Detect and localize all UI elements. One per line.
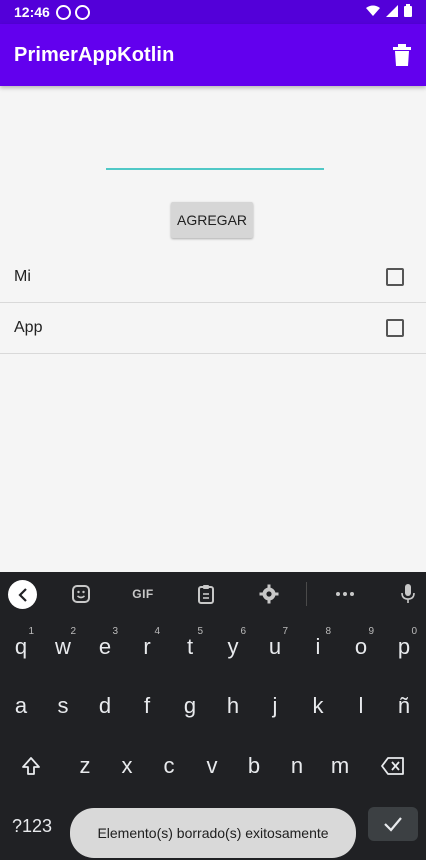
gif-button[interactable]: GIF — [130, 584, 156, 604]
keyboard-row-2: a s d f g h j k l ñ — [0, 677, 426, 735]
key[interactable]: v — [191, 737, 233, 795]
key[interactable]: w2 — [42, 618, 84, 676]
list-item-checkbox[interactable] — [386, 319, 404, 337]
keyboard-back-button[interactable] — [8, 580, 37, 609]
key[interactable]: g — [169, 677, 211, 735]
more-icon[interactable] — [334, 584, 356, 604]
item-input[interactable] — [106, 140, 324, 170]
toolbar-divider — [306, 582, 307, 606]
data-saver-icon — [74, 4, 90, 20]
notification-icons — [55, 4, 90, 20]
key[interactable]: i8 — [297, 618, 339, 676]
key[interactable]: e3 — [84, 618, 126, 676]
key[interactable]: n — [276, 737, 318, 795]
clipboard-icon[interactable] — [195, 584, 217, 604]
key[interactable]: o9 — [340, 618, 382, 676]
battery-icon — [404, 4, 412, 17]
key[interactable]: u7 — [254, 618, 296, 676]
key[interactable]: m — [319, 737, 361, 795]
status-time: 12:46 — [14, 4, 50, 20]
keyboard-toolbar: GIF — [0, 572, 426, 616]
key[interactable]: c — [148, 737, 190, 795]
key[interactable]: l — [340, 677, 382, 735]
list-item-checkbox[interactable] — [386, 268, 404, 286]
key[interactable]: f — [126, 677, 168, 735]
shift-icon — [22, 757, 40, 775]
key[interactable]: ñ — [383, 677, 425, 735]
keyboard-row-1: q1 w2 e3 r4 t5 y6 u7 i8 o9 p0 — [0, 618, 426, 676]
gear-icon[interactable] — [258, 584, 280, 604]
key[interactable]: q1 — [0, 618, 42, 676]
status-bar: 12:46 — [0, 0, 426, 24]
key[interactable]: x — [106, 737, 148, 795]
key[interactable]: t5 — [169, 618, 211, 676]
symbols-key[interactable]: ?123 — [6, 797, 58, 855]
delete-icon[interactable] — [392, 44, 412, 66]
backspace-icon — [381, 757, 404, 775]
shift-key[interactable] — [10, 737, 52, 795]
done-key[interactable] — [368, 807, 418, 841]
key[interactable]: h — [212, 677, 254, 735]
sticker-icon[interactable] — [70, 584, 92, 604]
key[interactable]: s — [42, 677, 84, 735]
list-item-label: App — [14, 319, 43, 336]
items-list: Mi App — [0, 252, 426, 354]
add-button[interactable]: AGREGAR — [171, 202, 253, 238]
list-item[interactable]: Mi — [0, 252, 426, 303]
list-item[interactable]: App — [0, 303, 426, 354]
list-item-label: Mi — [14, 268, 31, 285]
wifi-icon — [366, 5, 380, 16]
key[interactable]: y6 — [212, 618, 254, 676]
signal-icon — [386, 4, 398, 17]
key[interactable]: p0 — [383, 618, 425, 676]
app-bar: PrimerAppKotlin — [0, 24, 426, 86]
app-title: PrimerAppKotlin — [14, 43, 175, 66]
key[interactable]: a — [0, 677, 42, 735]
microphone-icon[interactable] — [397, 584, 419, 604]
key[interactable]: j — [254, 677, 296, 735]
check-icon — [384, 817, 402, 832]
key[interactable]: r4 — [126, 618, 168, 676]
keyboard-row-3: z x c v b n m — [0, 737, 426, 795]
backspace-key[interactable] — [372, 737, 414, 795]
key[interactable]: d — [84, 677, 126, 735]
chevron-left-icon — [17, 587, 27, 602]
key[interactable]: k — [297, 677, 339, 735]
gif-label: GIF — [132, 587, 154, 601]
key[interactable]: b — [233, 737, 275, 795]
system-icons — [366, 4, 412, 17]
toast-message: Elemento(s) borrado(s) exitosamente — [70, 808, 356, 858]
key[interactable]: z — [64, 737, 106, 795]
whatsapp-icon — [55, 4, 71, 20]
